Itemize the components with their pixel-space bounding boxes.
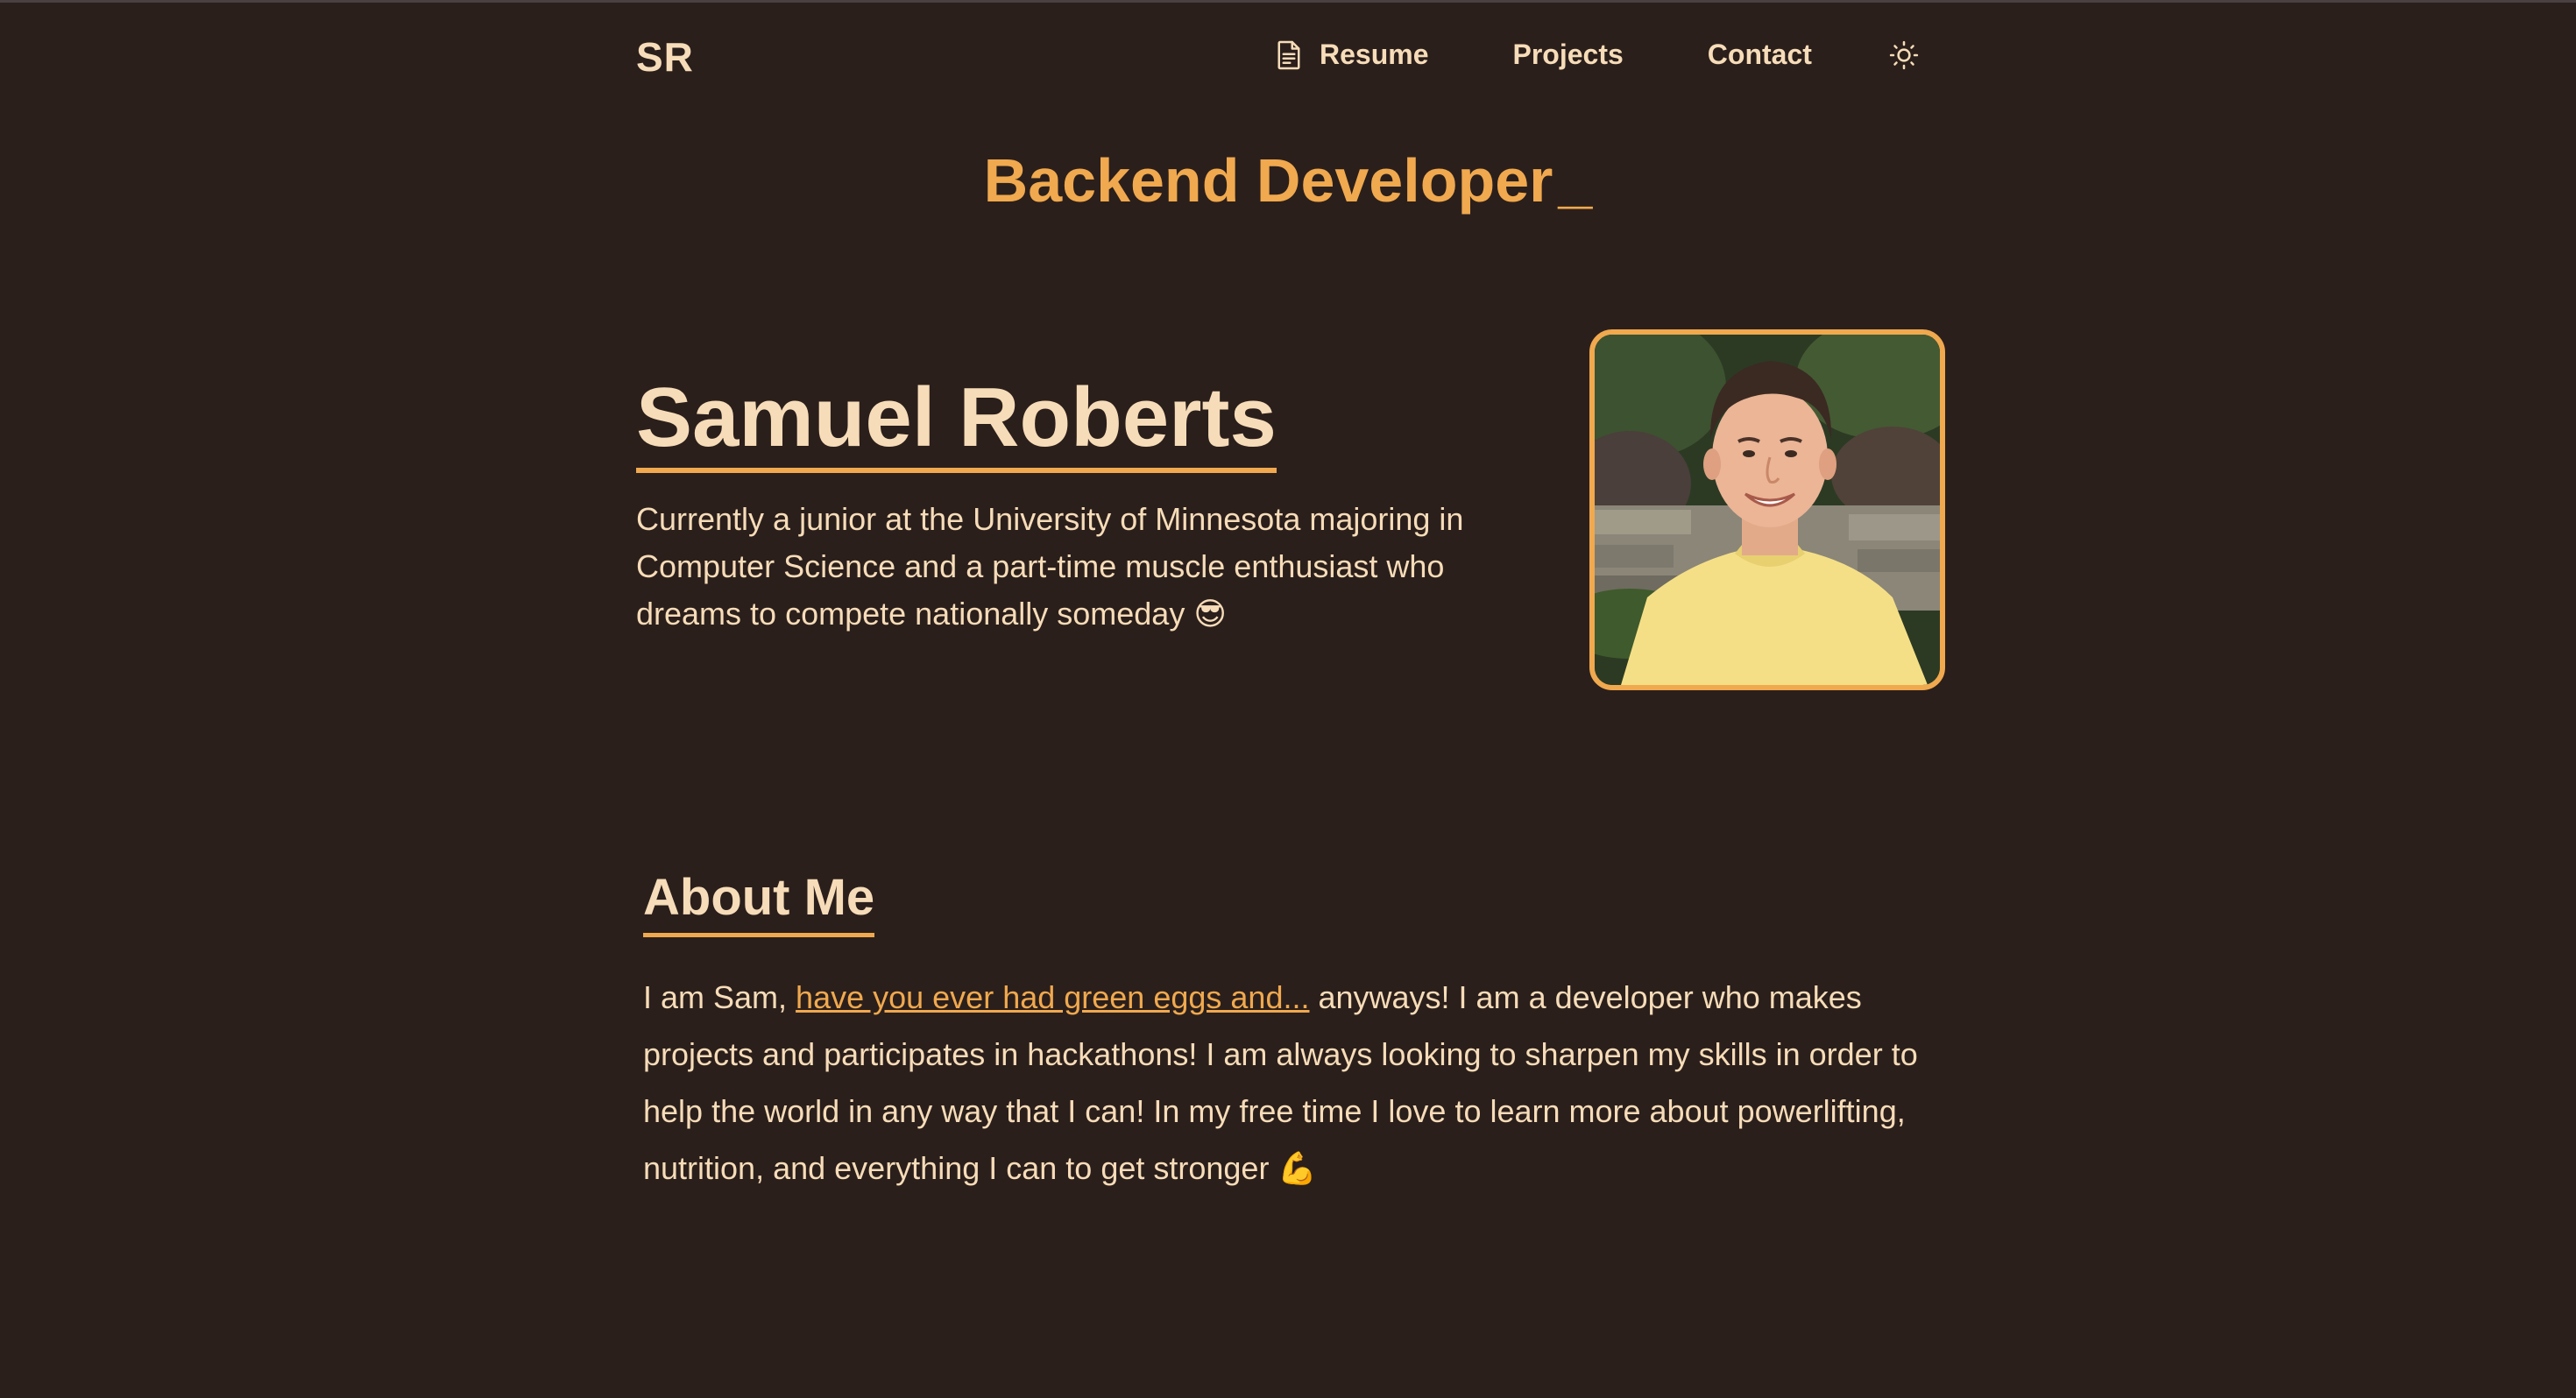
nav-projects-link[interactable]: Projects <box>1513 39 1624 71</box>
main-nav: Resume Projects Contact <box>1276 39 1919 71</box>
profile-photo <box>1589 329 1945 690</box>
about-intro: I am Sam, <box>643 979 796 1015</box>
green-eggs-link[interactable]: have you ever had green eggs and... <box>796 979 1309 1015</box>
document-icon <box>1277 40 1300 69</box>
about-heading: About Me <box>643 869 875 937</box>
nav-contact-label: Contact <box>1707 39 1812 70</box>
typing-cursor: _ <box>1558 146 1593 215</box>
nav-resume-link[interactable]: Resume <box>1276 39 1429 71</box>
sun-icon[interactable] <box>1889 40 1919 70</box>
role-headline: Backend Developer_ <box>0 145 2576 215</box>
hero-bio: Currently a junior at the University of … <box>636 501 1464 632</box>
about-paragraph: I am Sam, have you ever had green eggs a… <box>643 969 1940 1197</box>
site-logo[interactable]: SR <box>636 33 694 81</box>
nav-contact-link[interactable]: Contact <box>1708 39 1812 71</box>
hero-name: Samuel Roberts <box>636 371 1277 473</box>
profile-photo-image <box>1595 335 1940 685</box>
nav-resume-label: Resume <box>1320 39 1429 70</box>
nav-projects-label: Projects <box>1512 39 1624 70</box>
role-text: Backend Developer <box>983 146 1553 215</box>
top-border <box>0 0 2576 3</box>
